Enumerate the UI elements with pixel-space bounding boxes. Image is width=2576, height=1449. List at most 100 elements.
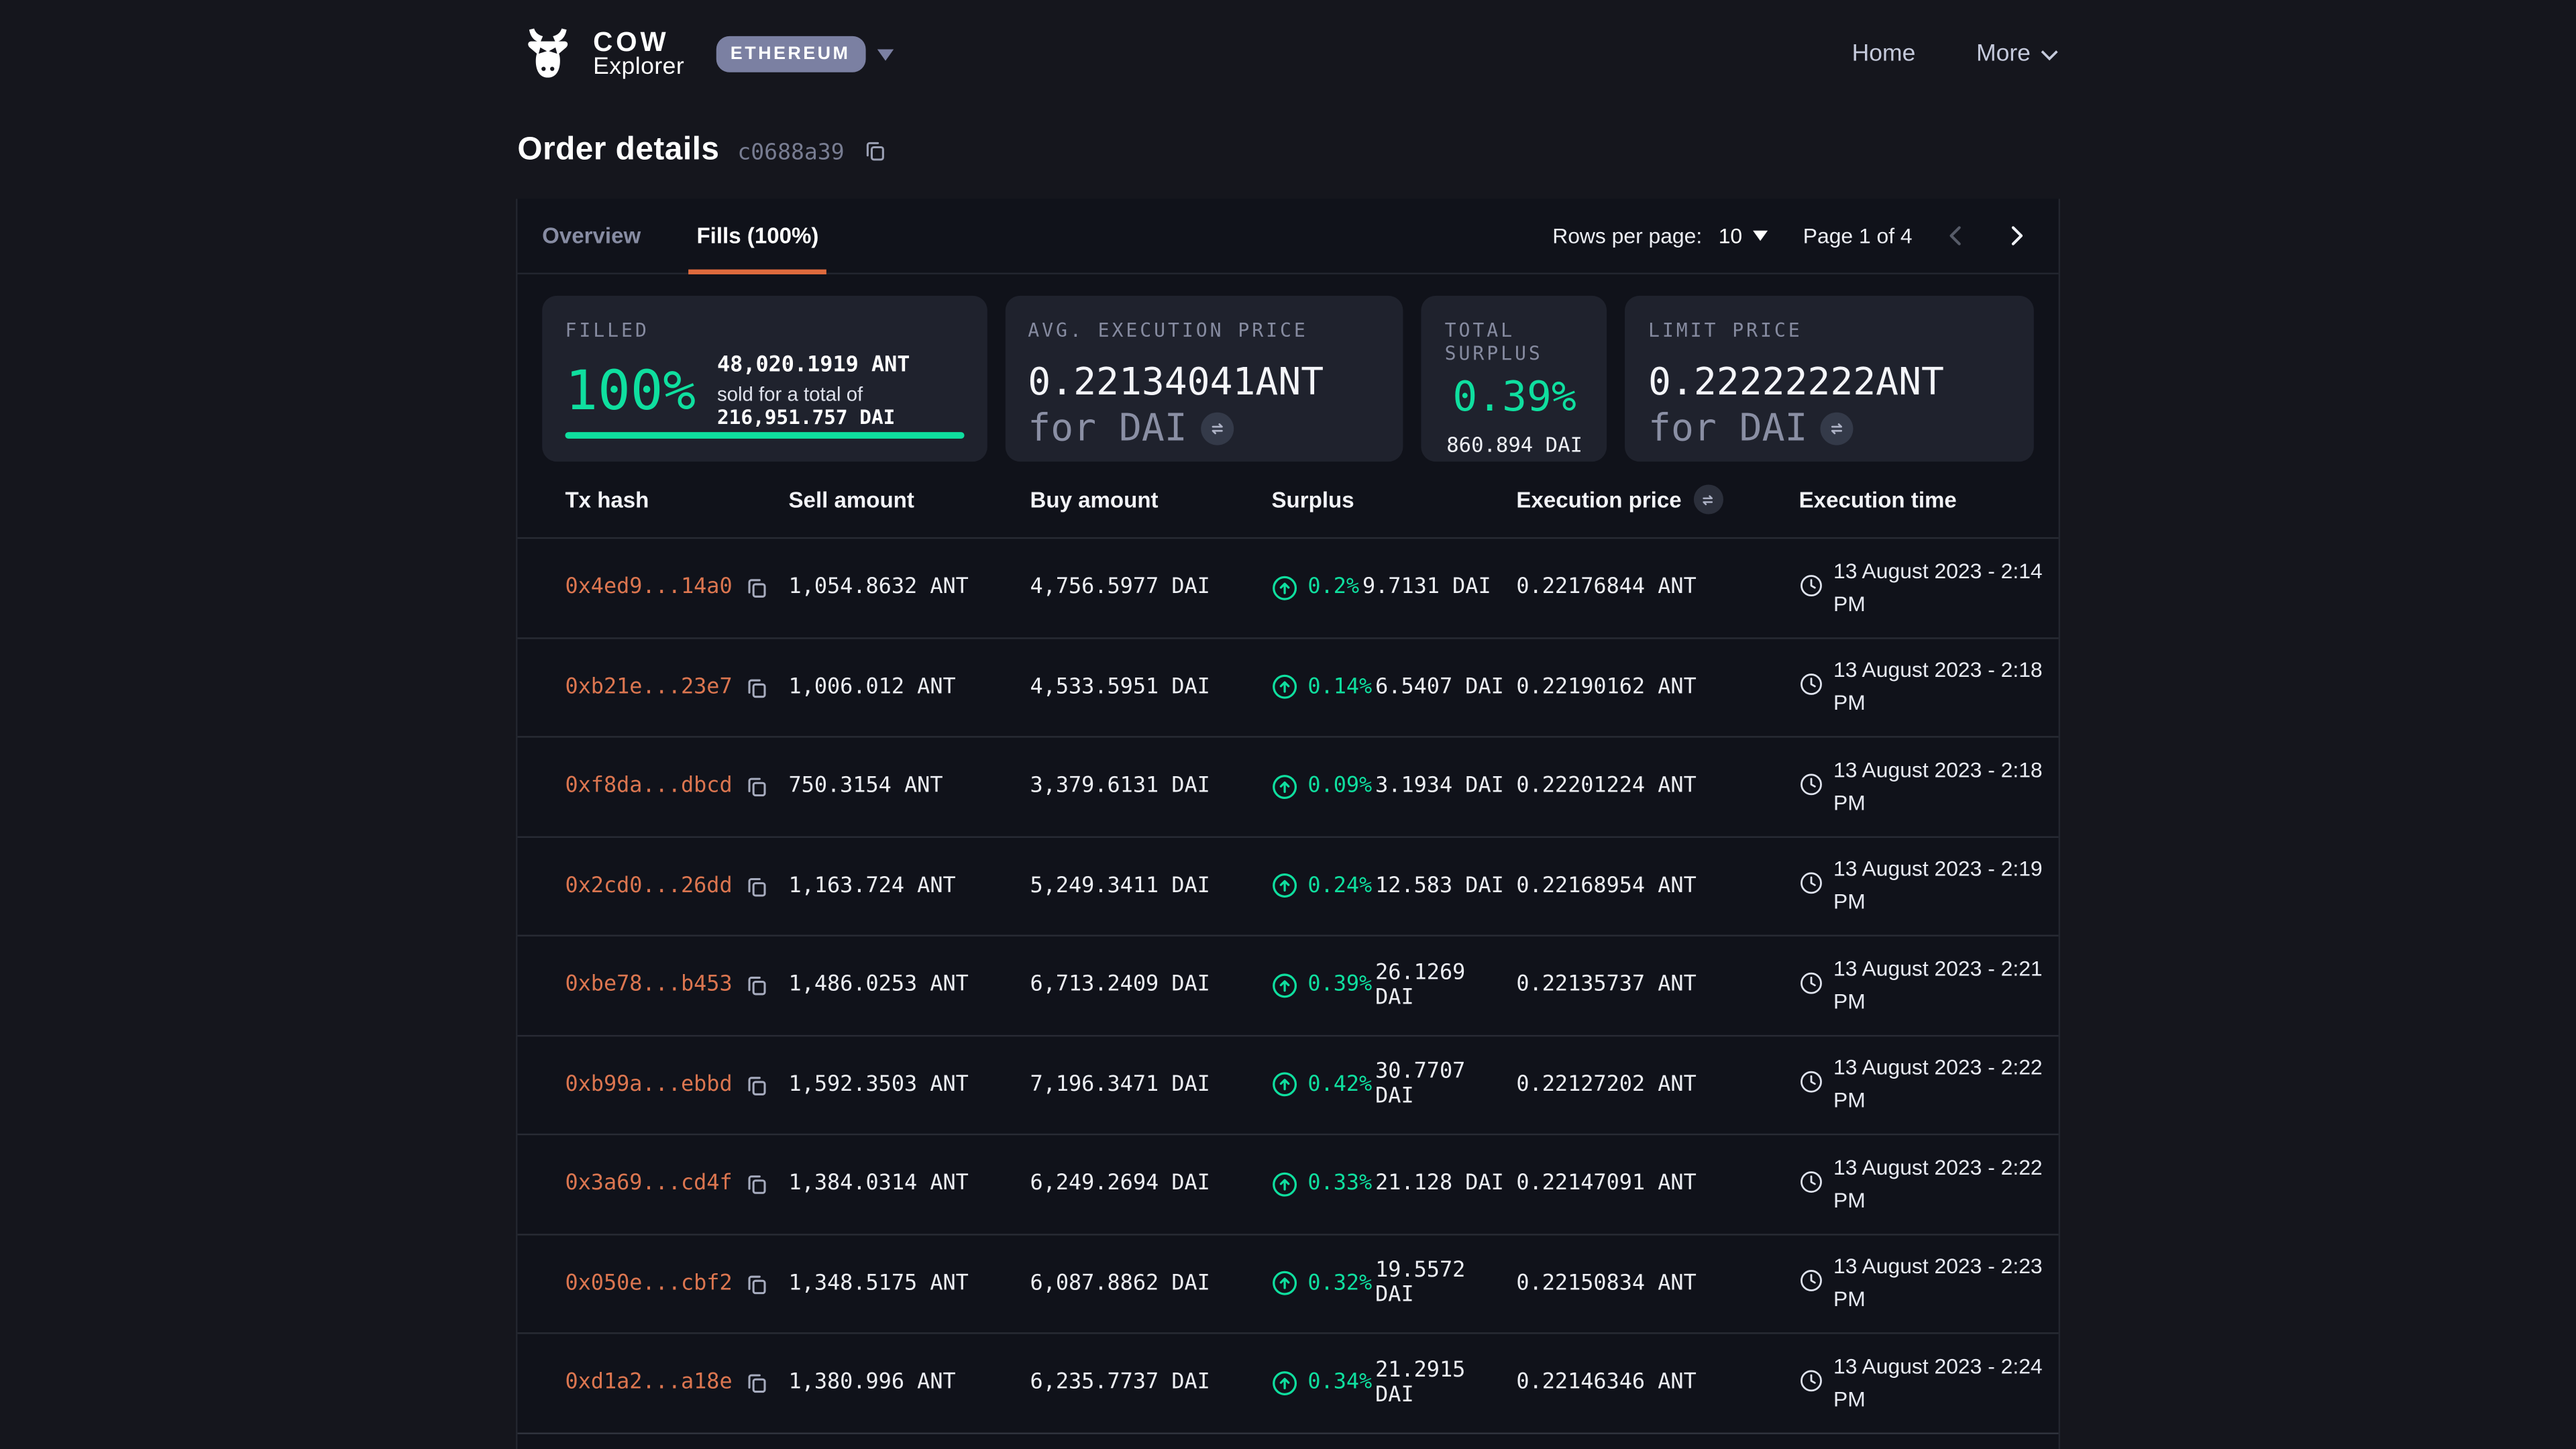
avg-execution-price-card: AVG. EXECUTION PRICE 0.22134041ANT for D… <box>1005 296 1403 462</box>
fills-table: Tx hash Sell amount Buy amount Surplus E… <box>517 462 2058 1434</box>
copy-icon[interactable] <box>744 774 769 799</box>
limit-price-label: LIMIT PRICE <box>1648 319 2010 341</box>
execution-time: 13 August 2023 - 2:22 PM <box>1833 1151 2050 1217</box>
tab-overview[interactable]: Overview <box>542 199 641 272</box>
execution-time: 13 August 2023 - 2:18 PM <box>1833 654 2050 720</box>
nav-more-label: More <box>1976 41 2031 67</box>
sell-amount: 1,592.3503 ANT <box>789 1073 1030 1097</box>
order-panel: Overview Fills (100%) Rows per page: 10 … <box>516 199 2060 1449</box>
copy-icon[interactable] <box>744 1172 769 1197</box>
sell-amount: 1,380.996 ANT <box>789 1371 1030 1395</box>
execution-price: 0.22190162 ANT <box>1516 675 1799 700</box>
invert-price-icon[interactable] <box>1200 413 1233 445</box>
surplus-amount: 21.2915 DAI <box>1375 1358 1516 1407</box>
surplus-up-icon <box>1272 1071 1298 1097</box>
tx-hash-link[interactable]: 0xd1a2...a18e <box>565 1371 732 1395</box>
filled-percent: 100% <box>565 362 696 421</box>
filled-card: FILLED 100% 48,020.1919 ANT sold for a t… <box>542 296 987 462</box>
order-hash: c0688a39 <box>737 139 844 165</box>
total-surplus-amount: 860.894 DAI <box>1446 432 1582 457</box>
copy-icon[interactable] <box>744 973 769 998</box>
execution-time: 13 August 2023 - 2:23 PM <box>1833 1250 2050 1316</box>
surplus-percent: 0.42% <box>1307 1073 1372 1097</box>
limit-price-unit: for DAI <box>1648 407 1807 450</box>
surplus-amount: 3.1934 DAI <box>1375 774 1504 799</box>
prev-page-button[interactable] <box>1939 222 1973 250</box>
tabs-row: Overview Fills (100%) Rows per page: 10 … <box>517 199 2058 274</box>
tx-hash-link[interactable]: 0x3a69...cd4f <box>565 1172 732 1197</box>
execution-time: 13 August 2023 - 2:14 PM <box>1833 555 2050 621</box>
col-tx-hash: Tx hash <box>565 487 788 512</box>
tx-hash-link[interactable]: 0x4ed9...14a0 <box>565 576 732 600</box>
progress-fill <box>565 432 963 439</box>
buy-amount: 6,087.8862 DAI <box>1030 1271 1272 1296</box>
surplus-up-icon <box>1272 1271 1298 1297</box>
buy-amount: 6,235.7737 DAI <box>1030 1371 1272 1395</box>
copy-icon[interactable] <box>744 1073 769 1097</box>
tx-hash-link[interactable]: 0xbe78...b453 <box>565 973 732 998</box>
clock-icon <box>1799 871 1824 896</box>
surplus-amount: 26.1269 DAI <box>1375 961 1516 1010</box>
surplus-amount: 12.583 DAI <box>1375 873 1504 898</box>
sell-amount: 1,348.5175 ANT <box>789 1271 1030 1296</box>
surplus-amount: 21.128 DAI <box>1375 1172 1504 1197</box>
surplus-percent: 0.09% <box>1307 774 1372 799</box>
surplus-amount: 30.7707 DAI <box>1375 1060 1516 1109</box>
surplus-percent: 0.32% <box>1307 1271 1372 1296</box>
surplus-percent: 0.34% <box>1307 1371 1372 1395</box>
rows-per-page-select[interactable]: 10 <box>1719 223 1767 248</box>
buy-amount: 4,533.5951 DAI <box>1030 675 1272 700</box>
limit-price-value: 0.22222222ANT <box>1648 362 2010 405</box>
caret-down-icon[interactable] <box>877 48 893 60</box>
top-bar: COW Explorer ETHEREUM Home More <box>0 0 2576 109</box>
clock-icon <box>1799 771 1824 796</box>
table-header-row: Tx hash Sell amount Buy amount Surplus E… <box>517 462 2058 537</box>
surplus-up-icon <box>1272 1171 1298 1197</box>
brand-logo[interactable]: COW Explorer <box>517 28 684 80</box>
buy-amount: 4,756.5977 DAI <box>1030 576 1272 600</box>
surplus-up-icon <box>1272 773 1298 800</box>
invert-price-icon[interactable] <box>1693 484 1723 514</box>
filled-amount: 48,020.1919 ANT <box>717 354 964 378</box>
copy-icon[interactable] <box>744 873 769 898</box>
main-nav: Home More <box>1852 41 2059 67</box>
execution-time: 13 August 2023 - 2:22 PM <box>1833 1052 2050 1118</box>
surplus-up-icon <box>1272 1370 1298 1396</box>
copy-icon[interactable] <box>744 675 769 700</box>
clock-icon <box>1799 971 1824 996</box>
tab-fills[interactable]: Fills (100%) <box>696 199 818 272</box>
nav-more[interactable]: More <box>1976 41 2059 67</box>
sell-amount: 1,384.0314 ANT <box>789 1172 1030 1197</box>
execution-time: 13 August 2023 - 2:24 PM <box>1833 1350 2050 1415</box>
sell-amount: 1,163.724 ANT <box>789 873 1030 898</box>
network-badge[interactable]: ETHEREUM <box>716 36 865 72</box>
sell-amount: 1,006.012 ANT <box>789 675 1030 700</box>
invert-price-icon[interactable] <box>1821 413 1854 445</box>
table-row: 0xf8da...dbcd750.3154 ANT3,379.6131 DAI0… <box>517 736 2058 835</box>
table-body: 0x4ed9...14a01,054.8632 ANT4,756.5977 DA… <box>517 537 2058 1434</box>
table-row: 0xb99a...ebbd1,592.3503 ANT7,196.3471 DA… <box>517 1034 2058 1134</box>
next-page-button[interactable] <box>1999 222 2033 250</box>
total-surplus-label: TOTAL SURPLUS <box>1445 319 1585 365</box>
tx-hash-link[interactable]: 0xb21e...23e7 <box>565 675 732 700</box>
rows-per-page-value: 10 <box>1719 223 1742 248</box>
tx-hash-link[interactable]: 0x2cd0...26dd <box>565 873 732 898</box>
tx-hash-link[interactable]: 0x050e...cbf2 <box>565 1271 732 1296</box>
nav-home[interactable]: Home <box>1852 41 1916 67</box>
progress-bar <box>565 432 963 439</box>
surplus-percent: 0.33% <box>1307 1172 1372 1197</box>
copy-icon[interactable] <box>744 1271 769 1296</box>
tx-hash-link[interactable]: 0xb99a...ebbd <box>565 1073 732 1097</box>
table-row: 0xb21e...23e7 1,006.012 ANT4,533.5951 DAI… <box>517 637 2058 736</box>
copy-icon[interactable] <box>744 576 769 600</box>
tx-hash-link[interactable]: 0xf8da...dbcd <box>565 774 732 799</box>
execution-price: 0.22127202 ANT <box>1516 1073 1799 1097</box>
surplus-up-icon <box>1272 873 1298 899</box>
execution-price: 0.22147091 ANT <box>1516 1172 1799 1197</box>
copy-icon[interactable] <box>744 1371 769 1395</box>
title-row: Order details c0688a39 <box>517 128 2058 172</box>
table-row: 0xd1a2...a18e 1,380.996 ANT6,235.7737 DAI… <box>517 1332 2058 1432</box>
execution-price: 0.22146346 ANT <box>1516 1371 1799 1395</box>
col-buy-amount: Buy amount <box>1030 487 1272 512</box>
copy-order-hash-icon[interactable] <box>863 138 888 163</box>
